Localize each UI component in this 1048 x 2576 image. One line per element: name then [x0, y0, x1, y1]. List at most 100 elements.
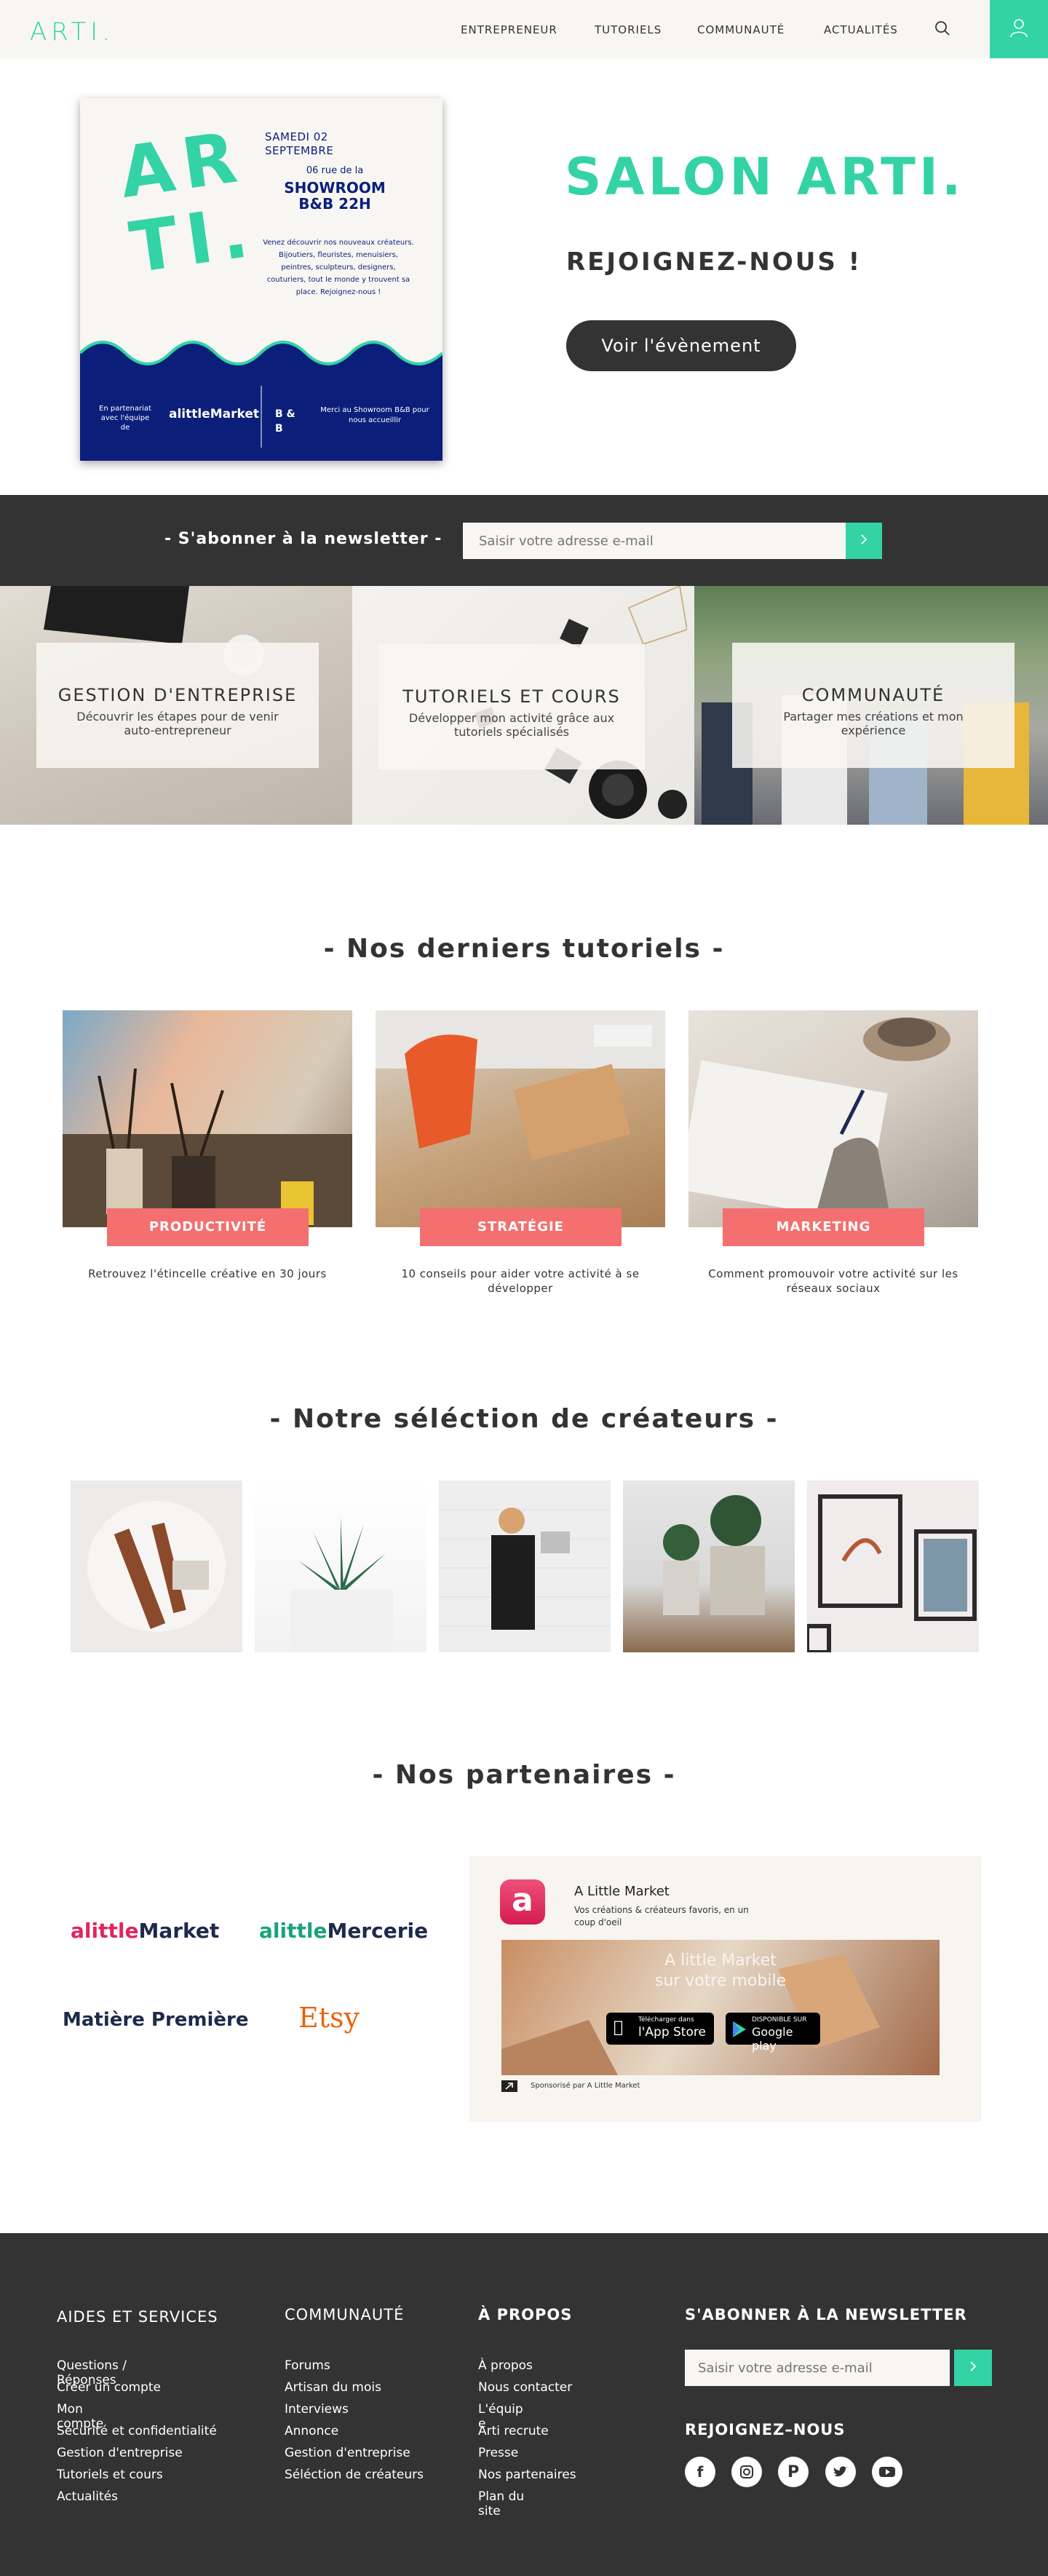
pinterest-icon[interactable]: P — [778, 2457, 809, 2487]
category-title: TUTORIELS ET COURS — [402, 686, 621, 707]
site-logo[interactable]: ARTI. — [30, 17, 114, 47]
tutorial-caption[interactable]: 10 conseils pour aider votre activité à … — [376, 1267, 665, 1296]
footer-heading-newsletter: S'ABONNER À LA NEWSLETTER — [685, 2306, 967, 2323]
footer-link[interactable]: Actualités — [57, 2489, 118, 2504]
creator-image[interactable] — [623, 1481, 795, 1652]
creator-image[interactable] — [255, 1481, 426, 1652]
nav-tutoriels[interactable]: TUTORIELS — [595, 23, 662, 36]
partners-title: - Nos partenaires - — [372, 1760, 676, 1790]
category-card: TUTORIELS ET COURS Développer mon activi… — [378, 644, 645, 769]
footer-heading-join: REJOIGNEZ–NOUS — [685, 2421, 846, 2438]
footer-link[interactable]: Arti recrute — [478, 2424, 549, 2438]
footer-link[interactable]: Tutoriels et cours — [57, 2468, 163, 2482]
footer-heading-apropos: À PROPOS — [478, 2306, 573, 2323]
plants-image — [663, 1495, 765, 1615]
tutorial-image-marketing[interactable] — [688, 1010, 978, 1227]
hero-subtitle: REJOIGNEZ-NOUS ! — [566, 247, 862, 277]
google-play-icon — [733, 2021, 746, 2037]
partner-logo-etsy[interactable]: Etsy — [298, 2002, 360, 2034]
newsletter-submit-button[interactable] — [846, 523, 882, 559]
framed-art-image — [807, 1494, 977, 1652]
youtube-icon[interactable] — [872, 2457, 902, 2487]
creators-title: - Notre séléction de créateurs - — [269, 1404, 779, 1434]
footer-link[interactable]: Nos partenaires — [478, 2468, 576, 2482]
footer-email-input[interactable] — [685, 2350, 950, 2386]
user-icon — [1008, 17, 1030, 41]
google-play-button[interactable]: DISPONIBLE SUR Google play — [726, 2013, 820, 2053]
tutorial-caption[interactable]: Retrouvez l'étincelle créative en 30 jou… — [63, 1267, 352, 1281]
appstore-label: l'App Store — [638, 2025, 706, 2040]
chevron-right-icon — [858, 534, 870, 548]
category-tile-gestion[interactable]: GESTION D'ENTREPRISE Découvrir les étape… — [0, 586, 352, 825]
nav-entrepreneur[interactable]: ENTREPRENEUR — [461, 23, 557, 36]
footer-link[interactable]: Séléction de créateurs — [285, 2468, 424, 2482]
laptop-image — [44, 586, 189, 644]
partner-logo-alittlemercerie[interactable]: alittleMercerie — [259, 1919, 428, 1943]
footer-link[interactable]: À propos — [478, 2358, 533, 2373]
poster-logo: AR TI. — [114, 116, 262, 289]
tutorials-title: - Nos derniers tutoriels - — [323, 934, 725, 964]
tutorial-tag[interactable]: PRODUCTIVITÉ — [107, 1208, 309, 1246]
ad-banner-line2: sur votre mobile — [654, 1972, 787, 1990]
footer-link[interactable]: Forums — [285, 2358, 330, 2373]
category-title: COMMUNAUTÉ — [801, 685, 945, 705]
category-desc: Partager mes créations et mon expérience — [783, 710, 964, 737]
footer-newsletter-submit[interactable] — [954, 2350, 992, 2386]
person-at-wall-image — [439, 1507, 611, 1630]
partner-logo-alittlemarket[interactable]: alittleMarket — [71, 1919, 219, 1943]
newsletter-label: - S'abonner à la newsletter - — [164, 530, 442, 548]
creator-image[interactable] — [439, 1481, 611, 1652]
tutorial-image-strategie[interactable] — [376, 1010, 665, 1227]
category-card: GESTION D'ENTREPRISE Découvrir les étape… — [36, 643, 319, 768]
footer-link[interactable]: Gestion d'entreprise — [285, 2446, 410, 2460]
newsletter-email-input[interactable] — [463, 523, 846, 559]
creator-image[interactable] — [71, 1481, 242, 1652]
category-tile-tutoriels[interactable]: TUTORIELS ET COURS Développer mon activi… — [352, 586, 694, 825]
site-header: ARTI. ENTREPRENEUR TUTORIELS COMMUNAUTÉ … — [0, 0, 1048, 58]
ad-banner-line1: A little Market — [664, 1951, 777, 1970]
poster-date: SAMEDI 02 SEPTEMBRE — [265, 130, 334, 157]
ad-banner[interactable]: A little Market sur votre mobile  Téléc… — [501, 1940, 940, 2075]
footer-link[interactable]: Interviews — [285, 2402, 349, 2417]
instagram-icon[interactable] — [731, 2457, 762, 2487]
user-account-button[interactable] — [990, 0, 1048, 58]
view-event-button[interactable]: Voir l'évènement — [566, 320, 796, 371]
googleplay-small: DISPONIBLE SUR — [752, 2016, 807, 2024]
category-desc: Développer mon activité grâce aux tutori… — [408, 711, 615, 739]
search-icon[interactable] — [934, 20, 951, 37]
hero-title: SALON ARTI. — [565, 147, 965, 207]
footer-link[interactable]: Plan du site — [478, 2489, 529, 2518]
event-poster[interactable]: AR TI. SAMEDI 02 SEPTEMBRE 06 rue de la … — [80, 98, 442, 461]
tutorial-image-productivite[interactable] — [63, 1010, 352, 1227]
partner-logo-matiere-premiere[interactable]: Matière Première — [63, 2009, 249, 2031]
tutorial-tag[interactable]: STRATÉGIE — [420, 1208, 622, 1246]
succulent-image — [291, 1517, 393, 1652]
facebook-icon[interactable]: f — [685, 2457, 715, 2487]
footer-link[interactable]: Presse — [478, 2446, 518, 2460]
footer-link[interactable]: Créer un compte — [57, 2380, 161, 2395]
creator-image[interactable] — [807, 1481, 979, 1652]
category-title: GESTION D'ENTREPRISE — [57, 685, 298, 705]
nav-communaute[interactable]: COMMUNAUTÉ — [697, 23, 785, 36]
poster-partner-logo: alittleMarket — [169, 407, 260, 421]
poster-description: Venez découvrir nos nouveaux créateurs. … — [263, 239, 414, 296]
footer-link[interactable]: Sécurité et confidentialité — [57, 2424, 217, 2438]
footer-link[interactable]: Gestion d'entreprise — [57, 2446, 183, 2460]
sponsored-ad[interactable]: a A Little Market Vos créations & créate… — [469, 1856, 981, 2122]
chevron-right-icon — [967, 2361, 979, 2375]
footer-heading-aides: AIDES ET SERVICES — [57, 2308, 218, 2326]
poster-thanks: Merci au Showroom B&B pour nous accueill… — [320, 406, 429, 424]
footer-link[interactable]: Nous contacter — [478, 2380, 572, 2395]
poster-address: 06 rue de la — [306, 165, 364, 176]
nav-actualites[interactable]: ACTUALITÉS — [824, 23, 898, 36]
twitter-icon[interactable] — [825, 2457, 856, 2487]
tutorial-caption[interactable]: Comment promouvoir votre activité sur le… — [688, 1267, 978, 1296]
alittlemarket-app-icon: a — [500, 1879, 545, 1925]
tutorial-tag[interactable]: MARKETING — [723, 1208, 924, 1246]
footer-link[interactable]: Artisan du mois — [285, 2380, 381, 2395]
poster-showroom: SHOWROOM B&B 22H — [284, 179, 386, 213]
footer-link[interactable]: Annonce — [285, 2424, 338, 2438]
footer-heading-communaute: COMMUNAUTÉ — [285, 2306, 405, 2323]
category-tile-communaute[interactable]: COMMUNAUTÉ Partager mes créations et mon… — [694, 586, 1048, 825]
app-store-button[interactable]:  Télécharger dans l'App Store — [606, 2013, 714, 2045]
